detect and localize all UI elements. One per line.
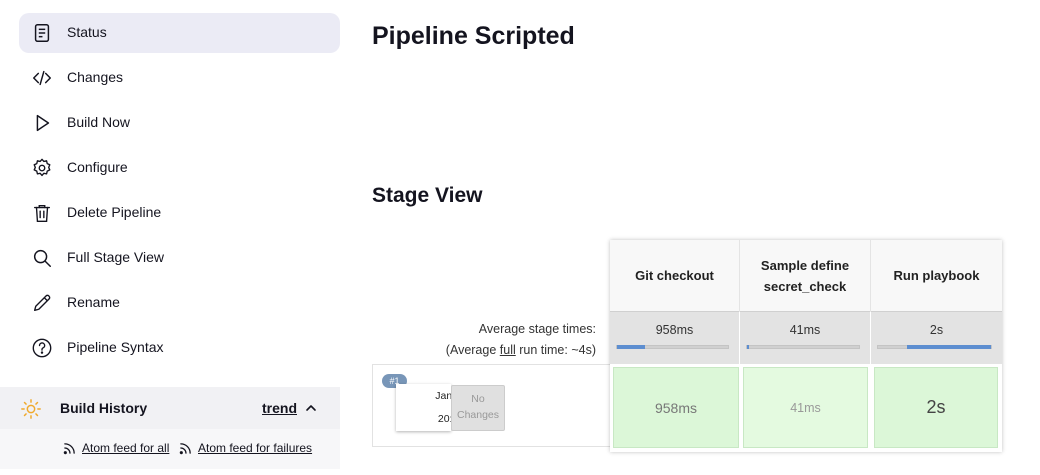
- sidebar-item-delete-pipeline[interactable]: Delete Pipeline: [19, 193, 340, 233]
- changes-line-2: Changes: [456, 409, 500, 421]
- page-title: Pipeline Scripted: [372, 22, 575, 50]
- sidebar-item-pipeline-syntax[interactable]: Pipeline Syntax: [19, 328, 340, 368]
- rss-icon: [63, 442, 75, 454]
- help-icon: [31, 337, 53, 359]
- atom-feed-all-label: Atom feed for all: [82, 441, 170, 455]
- sidebar-item-label: Pipeline Syntax: [67, 339, 164, 355]
- trend-link[interactable]: trend: [262, 400, 297, 416]
- stage-name: Git checkout: [635, 268, 714, 283]
- sidebar-item-label: Rename: [67, 294, 120, 310]
- stage-header-sample-define: Sample define secret_check: [740, 240, 871, 311]
- gear-icon: [31, 157, 53, 179]
- stage-avg-bar-fill: [617, 345, 645, 349]
- atom-feed-failures-label: Atom feed for failures: [198, 441, 313, 455]
- average-full-run-time-label: (Average full run time: ~4s): [446, 343, 596, 357]
- search-icon: [31, 247, 53, 269]
- chevron-up-icon[interactable]: [304, 401, 318, 415]
- build-history-feeds: Atom feed for all Atom feed for failures: [0, 429, 340, 469]
- rss-icon: [179, 442, 191, 454]
- stage-avg-run-playbook: 2s: [871, 311, 1002, 364]
- sidebar-item-rename[interactable]: Rename: [19, 283, 340, 323]
- atom-feed-all-link[interactable]: Atom feed for all: [63, 441, 169, 455]
- pencil-icon: [31, 292, 53, 314]
- avg-full-suffix: run time: ~4s): [515, 343, 596, 357]
- code-icon: [31, 67, 53, 89]
- sidebar-item-label: Build Now: [67, 114, 131, 130]
- sidebar-item-label: Configure: [67, 159, 128, 175]
- stage-avg-bar: [616, 345, 729, 349]
- stage-view-table: Git checkout Sample define secret_check R…: [610, 240, 1002, 452]
- play-icon: [31, 112, 53, 134]
- sidebar-item-label: Changes: [67, 69, 124, 85]
- sidebar-item-build-now[interactable]: Build Now: [19, 103, 340, 143]
- atom-feed-failures-link[interactable]: Atom feed for failures: [179, 441, 312, 455]
- build-history-header: Build History trend: [0, 387, 340, 429]
- stage-avg-bar-fill: [747, 345, 749, 349]
- sidebar-item-configure[interactable]: Configure: [19, 148, 340, 188]
- stage-avg-time: 2s: [929, 323, 944, 337]
- build-history-title: Build History: [60, 400, 148, 416]
- sidebar-item-label: Delete Pipeline: [67, 204, 162, 220]
- full-run-link[interactable]: full: [500, 343, 516, 357]
- stage-avg-bar: [877, 345, 992, 349]
- stage-view-title: Stage View: [372, 184, 483, 207]
- stage-name-line-2: secret_check: [763, 278, 847, 294]
- stage-cell-run-playbook[interactable]: 2s: [874, 367, 998, 448]
- stage-name: Run playbook: [893, 268, 980, 283]
- sidebar-item-changes[interactable]: Changes: [19, 58, 340, 98]
- sidebar-item-full-stage-view[interactable]: Full Stage View: [19, 238, 340, 278]
- trash-icon: [31, 202, 53, 224]
- sidebar: Status Changes Build Now Configure Delet…: [0, 0, 350, 475]
- sidebar-item-label: Full Stage View: [67, 249, 165, 265]
- average-stage-times-label: Average stage times:: [478, 322, 596, 336]
- stage-cell-sample-define[interactable]: 41ms: [743, 367, 868, 448]
- avg-full-prefix: (Average: [445, 343, 500, 357]
- status-icon: [31, 22, 53, 44]
- changes-line-1: No: [471, 393, 485, 405]
- stage-avg-bar: [746, 345, 860, 349]
- stage-avg-bar-fill: [907, 345, 991, 349]
- stage-avg-sample-define: 41ms: [740, 311, 871, 364]
- sidebar-item-label: Status: [67, 24, 107, 40]
- stage-name-line-1: Sample define: [760, 257, 850, 273]
- stage-avg-time: 41ms: [789, 323, 821, 337]
- stage-avg-git-checkout: 958ms: [610, 311, 740, 364]
- stage-header-git-checkout: Git checkout: [610, 240, 740, 311]
- stage-cell-git-checkout[interactable]: 958ms: [613, 367, 739, 448]
- build-changes-box[interactable]: No Changes: [451, 385, 505, 431]
- build-run-row: #1 Jan 15 20:45 No Changes: [372, 364, 610, 447]
- stage-header-run-playbook: Run playbook: [871, 240, 1002, 311]
- sun-icon: [20, 398, 42, 420]
- build-date-box: Jan 15 20:45: [396, 384, 467, 431]
- stage-avg-time: 958ms: [655, 323, 694, 337]
- sidebar-item-status[interactable]: Status: [19, 13, 340, 53]
